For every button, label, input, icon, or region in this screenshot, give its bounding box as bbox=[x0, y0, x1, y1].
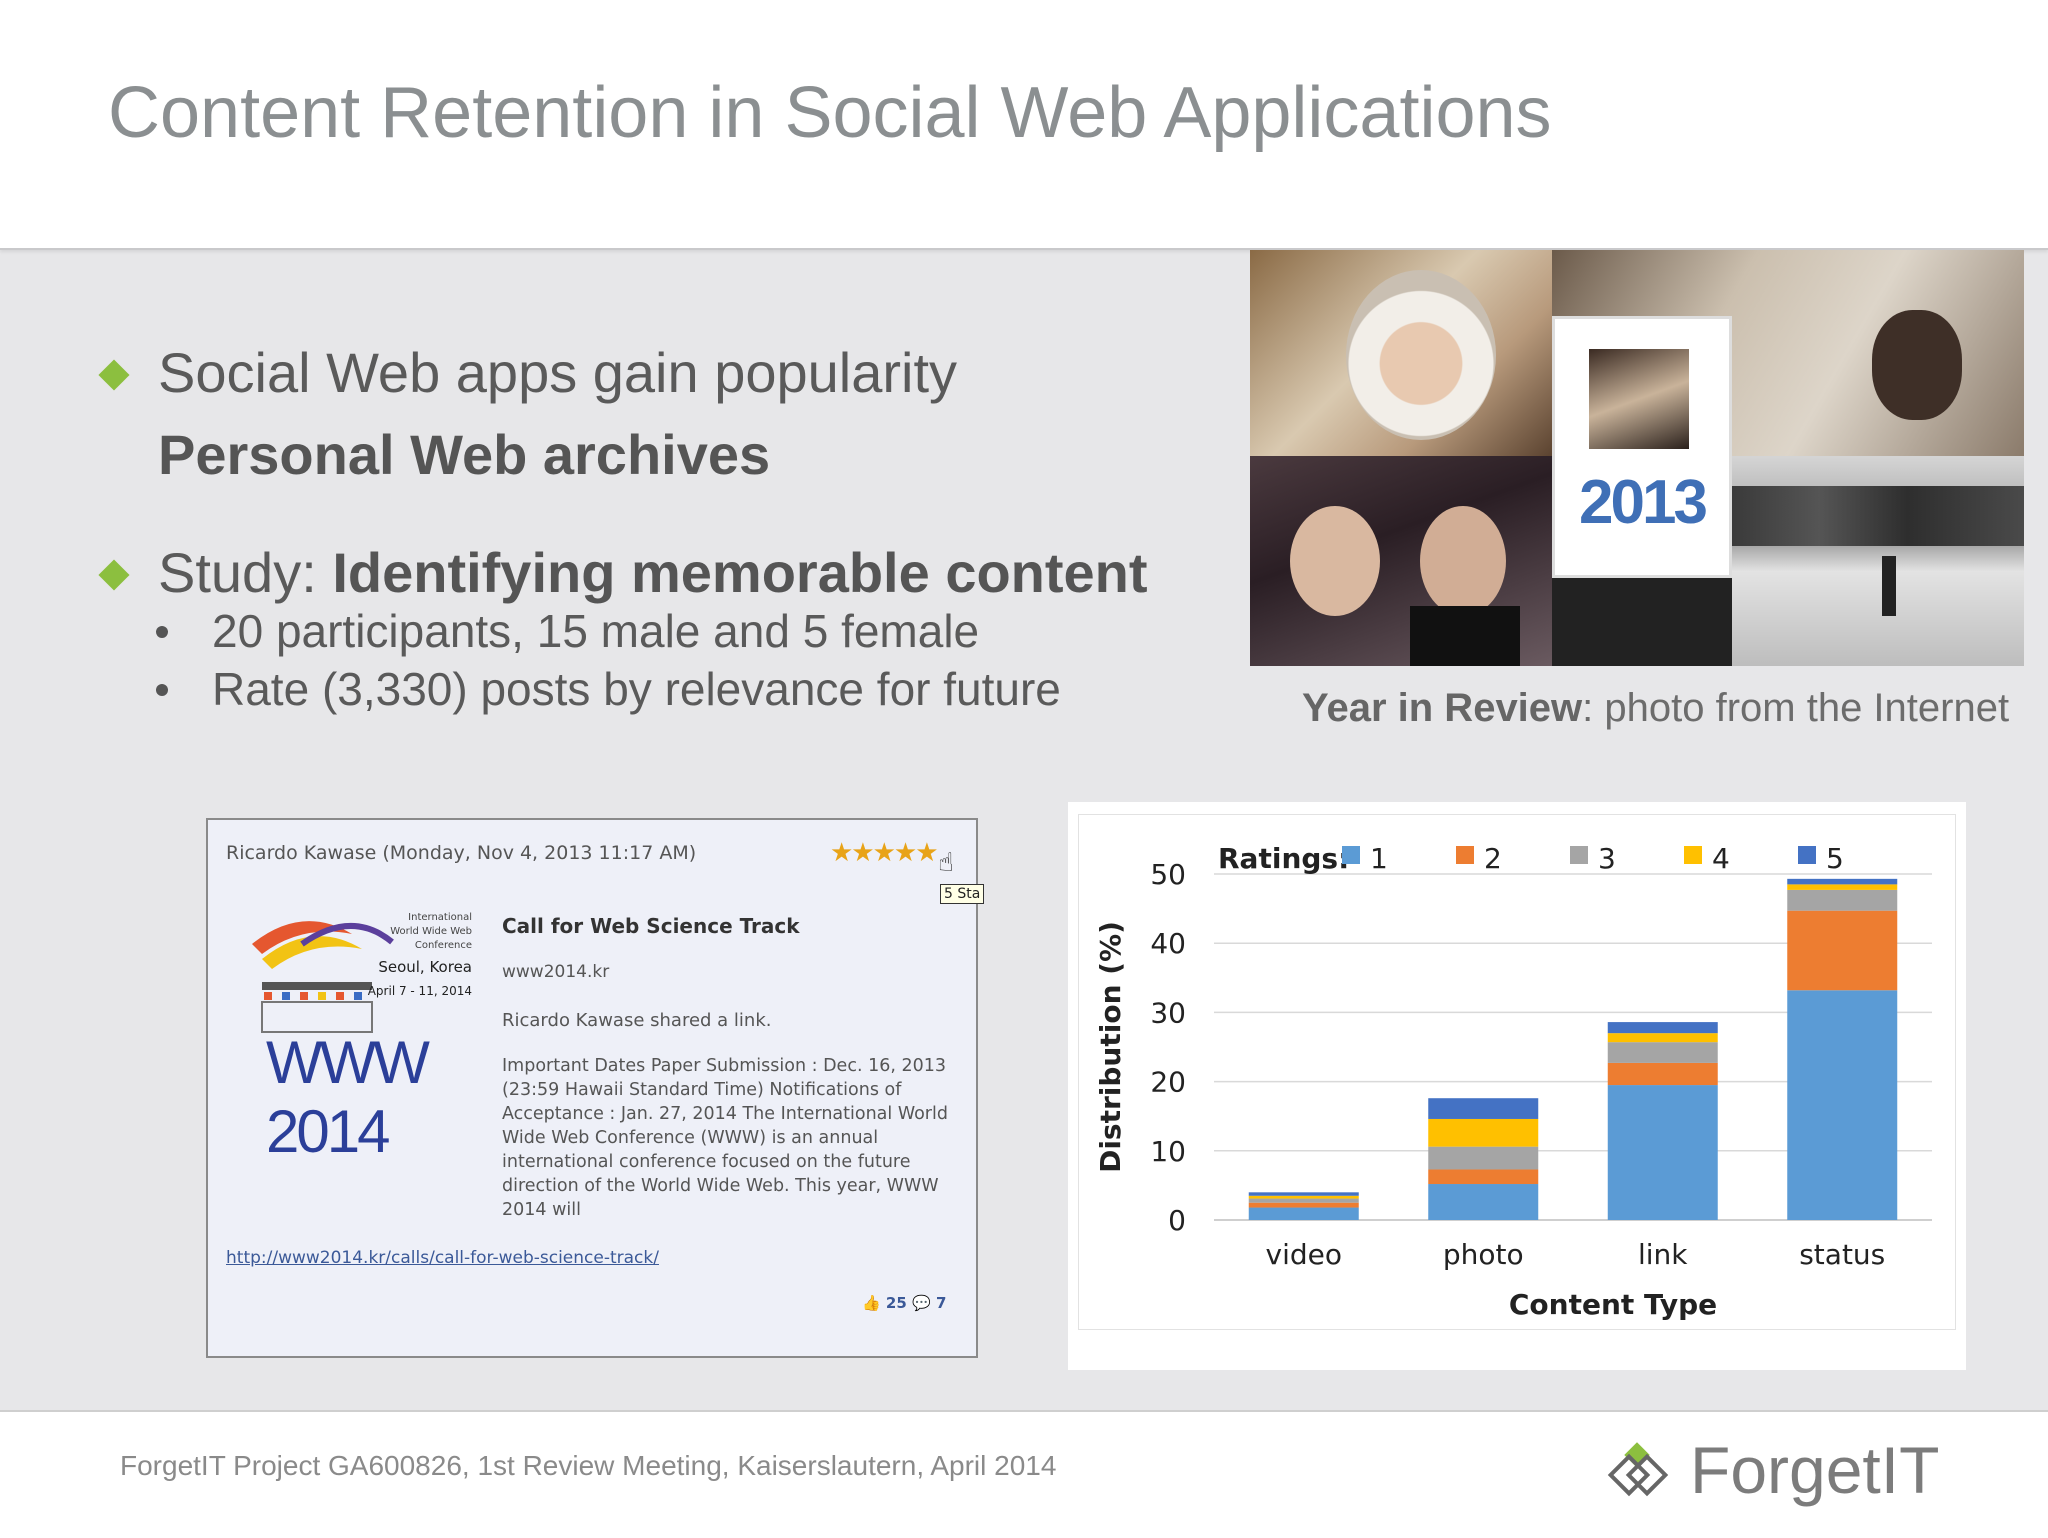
photo-year-card: 2013 bbox=[1552, 316, 1732, 578]
bar-segment-rating-3 bbox=[1428, 1146, 1539, 1170]
y-axis-label: Distribution (%) bbox=[1094, 921, 1127, 1173]
year-label: 2013 bbox=[1579, 468, 1708, 537]
bullet-2-bold: Identifying memorable content bbox=[332, 541, 1148, 604]
bullet-1-bold: Personal Web archives bbox=[158, 423, 771, 486]
bar-segment-rating-2 bbox=[1428, 1169, 1539, 1185]
legend-swatch bbox=[1684, 846, 1702, 864]
y-tick-label: 30 bbox=[1150, 996, 1186, 1029]
x-tick-label: video bbox=[1266, 1238, 1342, 1271]
comment-icon[interactable]: 💬 bbox=[912, 1294, 931, 1312]
legend-label: 5 bbox=[1826, 842, 1844, 875]
sub-bullet-1: 20 participants, 15 male and 5 female bbox=[212, 605, 980, 657]
www2014-logo: International World Wide Web Conference … bbox=[242, 904, 478, 1165]
bar-segment-rating-4 bbox=[1787, 884, 1898, 890]
forgetit-logo-icon bbox=[1606, 1440, 1670, 1504]
x-tick-label: photo bbox=[1443, 1238, 1524, 1271]
bullet-2-prefix: Study: bbox=[158, 541, 333, 604]
bar-segment-rating-5 bbox=[1428, 1098, 1539, 1119]
x-tick-label: status bbox=[1799, 1238, 1885, 1271]
cursor-hand-icon: ☝ bbox=[938, 848, 954, 878]
bullet-diamond-icon bbox=[98, 559, 130, 591]
year-in-review-photo: 2013 bbox=[1250, 250, 2024, 666]
bar-segment-rating-3 bbox=[1787, 889, 1898, 911]
y-tick-label: 10 bbox=[1150, 1135, 1186, 1168]
post-body-text: Important Dates Paper Submission : Dec. … bbox=[502, 1056, 948, 1220]
bar-segment-rating-5 bbox=[1248, 1192, 1359, 1196]
logo-dates: April 7 - 11, 2014 bbox=[367, 984, 472, 998]
y-tick-label: 0 bbox=[1168, 1204, 1186, 1237]
logo-city: Seoul, Korea bbox=[378, 958, 472, 976]
legend-label: 2 bbox=[1484, 842, 1502, 875]
post-author-header: Ricardo Kawase (Monday, Nov 4, 2013 11:1… bbox=[226, 842, 697, 864]
caption-rest: : photo from the Internet bbox=[1582, 686, 2010, 730]
photo-tile-couple bbox=[1250, 456, 1552, 666]
photo-caption: Year in Review: photo from the Internet bbox=[1302, 686, 2009, 731]
bar-segment-rating-2 bbox=[1607, 1062, 1718, 1086]
bar-segment-rating-5 bbox=[1607, 1022, 1718, 1034]
post-shared-text: Ricardo Kawase shared a link. bbox=[502, 1010, 772, 1031]
ratings-distribution-chart: 0 10 20 30 40 50 Distribution (%) video photo lin… bbox=[1094, 842, 1932, 1321]
bar-segment-rating-2 bbox=[1248, 1202, 1359, 1208]
y-tick-label: 50 bbox=[1150, 858, 1186, 891]
bar-segment-rating-4 bbox=[1607, 1033, 1718, 1043]
bullet-1: Social Web apps gain popularity bbox=[158, 341, 958, 404]
x-axis-label: Content Type bbox=[1509, 1288, 1717, 1321]
bullet-2: Study: Identifying memorable content bbox=[158, 540, 1148, 605]
sub-bullet-dot-icon bbox=[156, 684, 168, 696]
post-link-domain: www2014.kr bbox=[502, 962, 610, 982]
slide-title: Content Retention in Social Web Applicat… bbox=[108, 73, 1552, 153]
bar-segment-rating-3 bbox=[1248, 1198, 1359, 1203]
bar-segment-rating-3 bbox=[1607, 1042, 1718, 1063]
social-post-card: Ricardo Kawase (Monday, Nov 4, 2013 11:1… bbox=[206, 818, 985, 1358]
logo-small-line: International bbox=[408, 912, 472, 923]
bar-segment-rating-2 bbox=[1787, 910, 1898, 991]
legend-label: 3 bbox=[1598, 842, 1616, 875]
caption-bold: Year in Review bbox=[1302, 686, 1583, 730]
legend-swatch bbox=[1456, 846, 1474, 864]
chart-panel: 0 10 20 30 40 50 Distribution (%) video photo lin… bbox=[1068, 802, 1966, 1370]
legend-title: Ratings: bbox=[1218, 842, 1349, 875]
photo-tile-fur-hood bbox=[1250, 250, 1552, 456]
bar-segment-rating-4 bbox=[1428, 1118, 1539, 1147]
post-link-title[interactable]: Call for Web Science Track bbox=[502, 914, 800, 938]
legend-swatch bbox=[1798, 846, 1816, 864]
legend-label: 4 bbox=[1712, 842, 1730, 875]
post-url-link[interactable]: http://www2014.kr/calls/call-for-web-sci… bbox=[226, 1248, 659, 1268]
logo-main-text: WWW 2014 bbox=[266, 1029, 430, 1165]
sub-bullet-dot-icon bbox=[156, 626, 168, 638]
post-engagement-counts: 👍 25 💬 7 bbox=[862, 1294, 946, 1312]
y-tick-label: 40 bbox=[1150, 927, 1186, 960]
like-icon[interactable]: 👍 bbox=[862, 1294, 881, 1312]
bar-segment-rating-5 bbox=[1787, 878, 1898, 885]
bar-segment-rating-1 bbox=[1787, 990, 1898, 1220]
footer-text: ForgetIT Project GA600826, 1st Review Me… bbox=[120, 1450, 1057, 1481]
x-tick-label: link bbox=[1638, 1238, 1688, 1271]
bullet-1-subline: Personal Web archives bbox=[158, 422, 770, 487]
y-tick-label: 20 bbox=[1150, 1066, 1186, 1099]
bar-segment-rating-1 bbox=[1248, 1207, 1359, 1220]
star-rating-icon[interactable]: ★★★★★ bbox=[830, 838, 939, 868]
comment-count: 7 bbox=[935, 1294, 947, 1312]
rating-tooltip: 5 Sta bbox=[940, 884, 985, 904]
like-count: 25 bbox=[885, 1294, 907, 1312]
legend-swatch bbox=[1570, 846, 1588, 864]
bullet-diamond-icon bbox=[98, 359, 130, 391]
sub-bullet-2: Rate (3,330) posts by relevance for futu… bbox=[212, 663, 1061, 715]
logo-small-line: Conference bbox=[414, 940, 472, 951]
bar-segment-rating-4 bbox=[1248, 1195, 1359, 1199]
photo-tile-ski bbox=[1732, 456, 2024, 666]
bar-segment-rating-1 bbox=[1428, 1184, 1539, 1220]
legend-label: 1 bbox=[1370, 842, 1388, 875]
forgetit-logo-text: ForgetIT bbox=[1690, 1433, 1940, 1507]
bar-segment-rating-1 bbox=[1607, 1085, 1718, 1220]
legend-swatch bbox=[1342, 846, 1360, 864]
logo-small-line: World Wide Web bbox=[390, 926, 472, 937]
